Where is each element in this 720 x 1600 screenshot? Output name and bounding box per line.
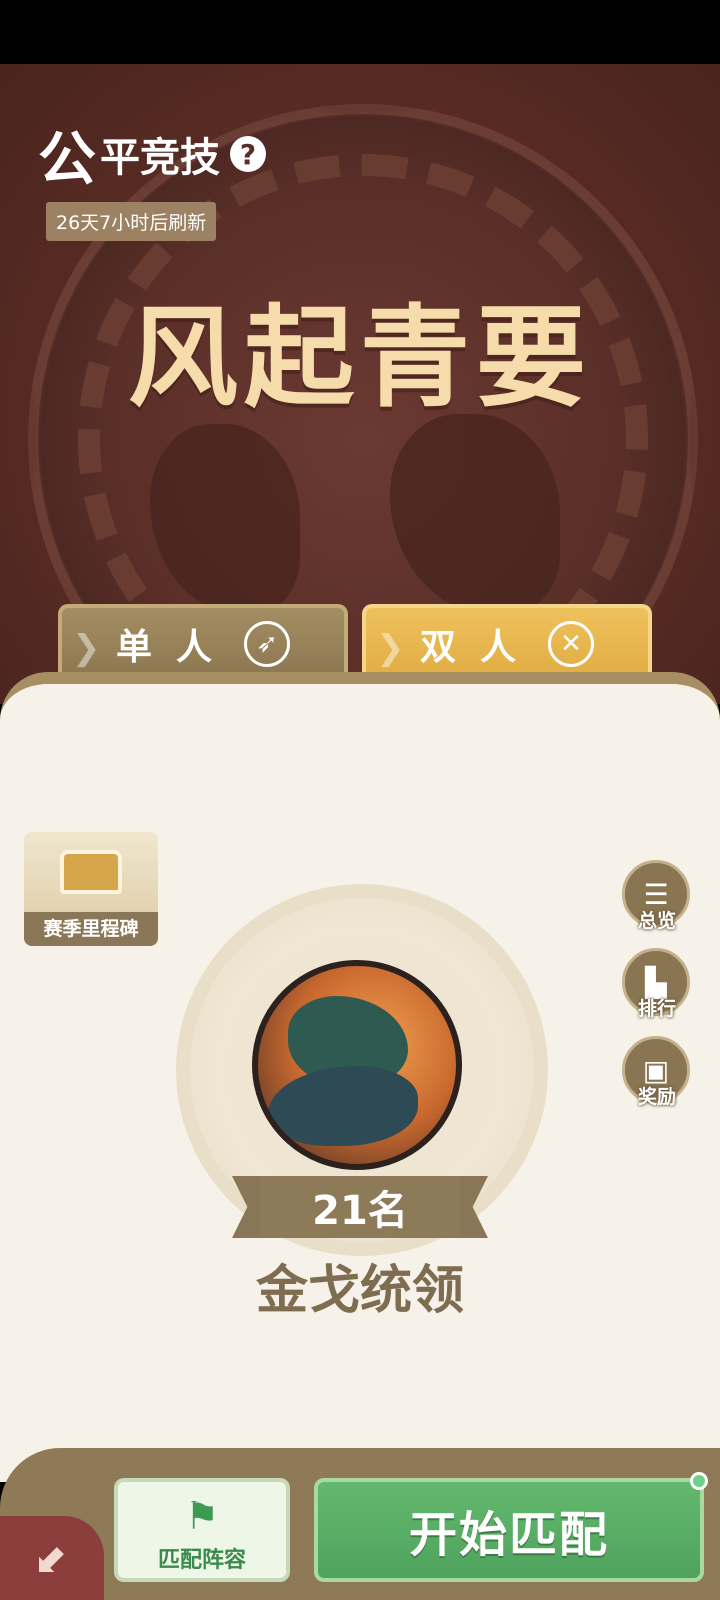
refresh-countdown-badge: 26天7小时后刷新	[46, 202, 217, 241]
chevron-right-icon: ❯	[72, 628, 101, 668]
status-bar	[0, 0, 720, 64]
tab-single[interactable]: ❯ 单人 ➶	[58, 604, 348, 680]
flag-icon: ⚑	[184, 1494, 220, 1538]
rewards-label: 奖励	[637, 1086, 676, 1108]
notification-dot	[690, 1472, 708, 1490]
spear-icon: ➶	[244, 621, 290, 667]
beast-head-art	[268, 1066, 418, 1146]
match-lineup-label: 匹配阵容	[157, 1548, 246, 1573]
tab-double-label: 双人	[419, 627, 540, 668]
back-arrow-icon: ⬋	[35, 1535, 69, 1581]
chest-icon	[60, 850, 122, 894]
tab-single-label: 单人	[115, 627, 236, 668]
rank-title: 金戈统领	[255, 1261, 464, 1321]
ranking-button[interactable]: ▙ 排行	[622, 948, 692, 1021]
rank-position: 21名	[260, 1176, 460, 1238]
season-name: 风起青要	[128, 293, 592, 422]
help-icon[interactable]: ?	[230, 136, 267, 172]
ranking-label: 排行	[637, 998, 676, 1020]
page-title: 公 平竞技 ?	[38, 112, 267, 196]
rank-emblem[interactable]	[252, 960, 462, 1170]
match-lineup-button[interactable]: ⚑ 匹配阵容	[114, 1478, 290, 1582]
overview-label: 总览	[637, 910, 676, 932]
rewards-button[interactable]: ▣ 奖励	[622, 1036, 692, 1109]
season-milestone-button[interactable]: 赛季里程碑	[24, 832, 158, 946]
page-title-text: 平竞技	[100, 135, 221, 181]
chevron-right-icon: ❯	[376, 628, 405, 668]
crossed-axes-icon: ✕	[548, 621, 594, 667]
back-button[interactable]: ⬋	[0, 1516, 104, 1600]
page-title-first-char: 公	[38, 125, 97, 193]
season-milestone-label: 赛季里程碑	[24, 912, 158, 946]
tab-double[interactable]: ❯ 双人 ✕	[362, 604, 652, 680]
start-match-button[interactable]: 开始匹配	[314, 1478, 704, 1582]
overview-button[interactable]: ☰ 总览	[622, 860, 692, 933]
